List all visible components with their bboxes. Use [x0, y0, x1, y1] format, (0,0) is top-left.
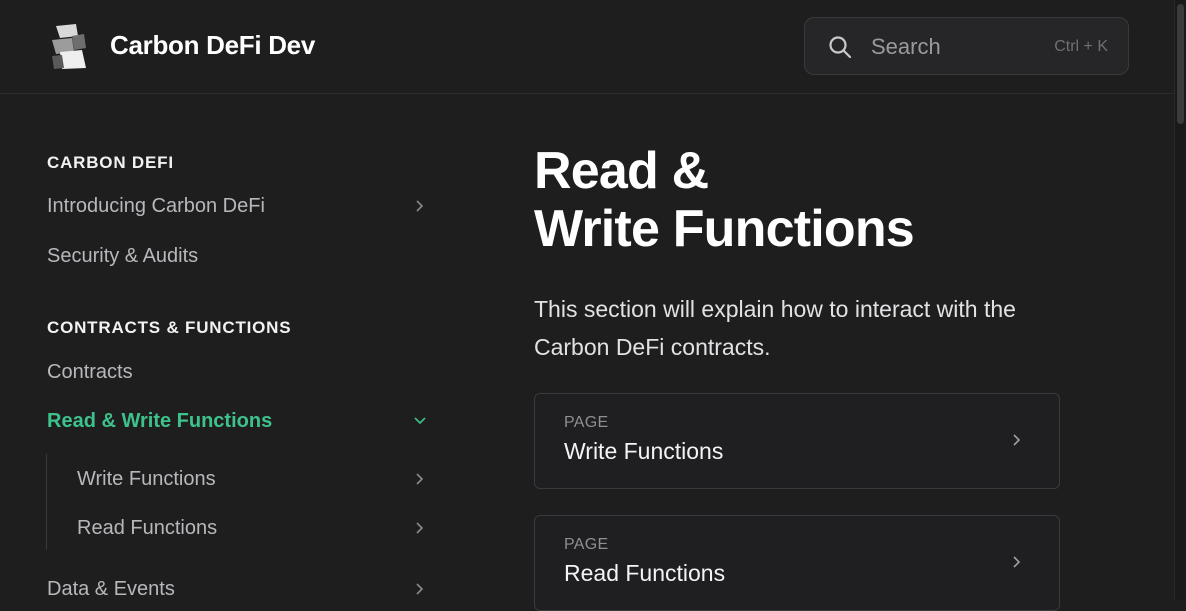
sidebar-item-label: Read & Write Functions	[47, 410, 273, 432]
page-scrollbar[interactable]	[1174, 0, 1186, 600]
search-icon	[829, 36, 852, 59]
sidebar-item-security-audits[interactable]: Security & Audits	[47, 239, 432, 273]
search-placeholder: Search	[871, 34, 941, 59]
sidebar-item-introducing-carbon-defi[interactable]: Introducing Carbon DeFi	[47, 189, 432, 223]
chevron-right-icon	[1013, 556, 1021, 568]
search-box[interactable]: Search Ctrl + K	[804, 17, 1129, 75]
search-shortcut: Ctrl + K	[1054, 38, 1108, 55]
sidebar-item-data-events[interactable]: Data & Events	[47, 572, 432, 606]
page-title-line-2: Write Functions	[534, 200, 915, 258]
sidebar-nav: CARBON DEFI Introducing Carbon DeFi Secu…	[0, 94, 460, 600]
sidebar-item-label: Write Functions	[77, 468, 216, 490]
sidebar-item-contracts[interactable]: Contracts	[47, 355, 432, 389]
main-content: Read & Write Functions This section will…	[534, 94, 1074, 611]
sidebar-item-read-functions[interactable]: Read Functions	[77, 511, 432, 545]
scrollbar-thumb[interactable]	[1177, 4, 1184, 124]
page-card-read-functions[interactable]: PAGE Read Functions	[534, 515, 1060, 611]
sidebar-section-carbon-defi: CARBON DEFI	[47, 153, 174, 172]
nested-nav-rail	[46, 454, 47, 550]
top-header: Carbon DeFi Dev Search Ctrl + K	[0, 0, 1174, 94]
sidebar-item-label: Security & Audits	[47, 245, 199, 267]
page-title: Read & Write Functions	[534, 142, 1054, 258]
sidebar-item-label: Data & Events	[47, 578, 175, 600]
card-title: Write Functions	[564, 438, 724, 464]
card-kicker: PAGE	[564, 536, 609, 553]
page-intro: This section will explain how to interac…	[534, 296, 1016, 360]
sidebar-item-read-write-functions[interactable]: Read & Write Functions	[47, 404, 432, 438]
card-title: Read Functions	[564, 560, 726, 586]
page-title-line-1: Read &	[534, 142, 709, 200]
page-card-write-functions[interactable]: PAGE Write Functions	[534, 393, 1060, 489]
chevron-right-icon	[416, 583, 424, 595]
sidebar-item-label: Introducing Carbon DeFi	[47, 195, 265, 217]
sidebar-item-label: Read Functions	[77, 517, 218, 539]
sidebar-item-write-functions[interactable]: Write Functions	[77, 462, 432, 496]
chevron-down-icon	[414, 417, 426, 425]
sidebar-section-contracts-functions: CONTRACTS & FUNCTIONS	[47, 318, 292, 337]
chevron-right-icon	[416, 522, 424, 534]
logo-icon[interactable]	[50, 22, 90, 70]
chevron-right-icon	[416, 200, 424, 212]
sidebar-item-label: Contracts	[47, 361, 133, 383]
site-title[interactable]: Carbon DeFi Dev	[110, 30, 315, 61]
chevron-right-icon	[1013, 434, 1021, 446]
card-kicker: PAGE	[564, 414, 609, 431]
chevron-right-icon	[416, 473, 424, 485]
